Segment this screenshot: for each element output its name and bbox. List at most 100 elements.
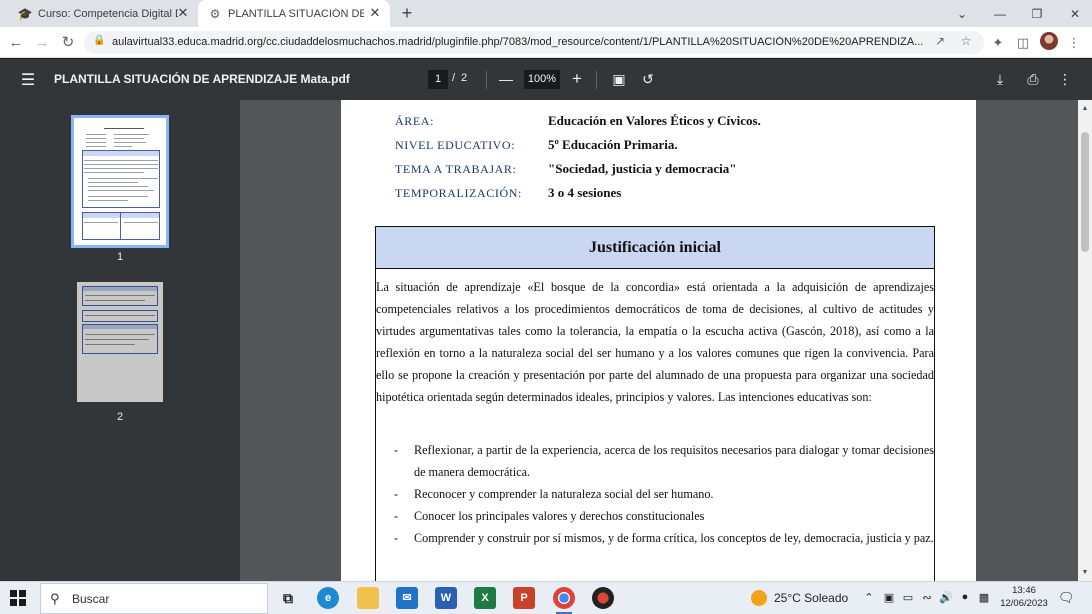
- wifi-icon[interactable]: ∾: [920, 591, 934, 604]
- chrome-pdf-icon: ⚙: [209, 6, 221, 21]
- bullet-dash: -: [394, 531, 399, 545]
- page-number-input[interactable]: 1: [428, 70, 448, 89]
- address-bar[interactable]: 🔒 aulavirtual33.educa.madrid.org/cc.ciud…: [84, 31, 984, 54]
- field-label-topic: TEMA A TRABAJAR:: [395, 162, 517, 176]
- close-window-button[interactable]: ✕: [1055, 0, 1092, 27]
- extensions-puzzle-icon[interactable]: ✦: [988, 33, 1008, 53]
- print-icon[interactable]: ⎙: [1023, 69, 1043, 89]
- download-icon[interactable]: ⤓: [990, 69, 1010, 89]
- list-item-text: Reflexionar, a partir de la experiencia,…: [414, 443, 934, 479]
- task-view-icon[interactable]: ⧉: [277, 587, 299, 609]
- volume-icon[interactable]: 🔊: [939, 591, 953, 604]
- weather-text[interactable]: 25°C Soleado: [774, 591, 848, 605]
- tab-course[interactable]: 🎓 Curso: Competencia Digital Doce ✕: [8, 0, 198, 27]
- scrollbar-thumb[interactable]: [1081, 132, 1089, 252]
- chrome-profile-icon[interactable]: [592, 587, 614, 609]
- back-button[interactable]: ←: [6, 33, 26, 53]
- profile-avatar[interactable]: [1040, 32, 1058, 50]
- tab-search-chevron-icon[interactable]: ⌄: [942, 0, 982, 27]
- graduation-cap-icon: 🎓: [17, 6, 33, 21]
- tab-title: PLANTILLA SITUACIÓN DE APREN: [228, 7, 364, 20]
- field-label-timing: TEMPORALIZACIÓN:: [395, 186, 522, 200]
- windows-start-icon[interactable]: [10, 590, 26, 606]
- page-separator: /: [452, 72, 456, 84]
- microphone-icon[interactable]: ●: [958, 591, 972, 603]
- bullet-dash: -: [394, 487, 399, 501]
- notification-icon[interactable]: 🗨: [1058, 590, 1075, 606]
- clock-time: 13:46: [1012, 585, 1036, 596]
- vertical-scrollbar[interactable]: ▲ ▼: [1078, 100, 1092, 581]
- mail-icon[interactable]: ✉: [396, 587, 418, 609]
- page-thumbnail-2[interactable]: [77, 282, 163, 402]
- scroll-up-icon[interactable]: ▲: [1078, 102, 1092, 116]
- chrome-icon[interactable]: [553, 587, 575, 614]
- forward-button[interactable]: →: [32, 33, 52, 53]
- field-value-topic: "Sociedad, justicia y democracia": [548, 161, 737, 176]
- page-total: 2: [461, 72, 468, 84]
- fit-to-page-icon[interactable]: ▣: [609, 69, 629, 89]
- bullet-dash: -: [394, 509, 399, 523]
- zoom-in-button[interactable]: +: [567, 69, 587, 89]
- side-panel-icon[interactable]: ◫: [1013, 33, 1033, 53]
- scroll-down-icon[interactable]: ▼: [1078, 566, 1092, 580]
- word-icon[interactable]: W: [435, 587, 457, 609]
- bookmark-star-icon[interactable]: ☆: [958, 34, 974, 48]
- restore-button[interactable]: ❐: [1017, 0, 1057, 27]
- minimize-button[interactable]: —: [980, 0, 1020, 27]
- close-tab-icon[interactable]: ✕: [368, 6, 382, 20]
- more-options-icon[interactable]: ⋮: [1055, 69, 1075, 89]
- windows-taskbar: ⚲ Buscar ⧉ e ✉ W X P 25°C Soleado ⌃ ▣ ▭ …: [0, 581, 1092, 614]
- list-item: - Reconocer y comprender la naturaleza so…: [394, 483, 934, 505]
- toolbar-divider: [596, 71, 597, 89]
- thumbnail-sidebar: 1 2: [0, 100, 240, 581]
- file-explorer-icon[interactable]: [357, 587, 379, 609]
- excel-icon[interactable]: X: [474, 587, 496, 609]
- screen: 🎓 Curso: Competencia Digital Doce ✕ ⚙ PL…: [0, 0, 1092, 614]
- new-tab-button[interactable]: +: [398, 4, 416, 22]
- pdf-filename: PLANTILLA SITUACIÓN DE APRENDIZAJE Mata.…: [54, 72, 350, 86]
- powerpoint-icon[interactable]: P: [513, 587, 535, 609]
- search-icon: ⚲: [50, 591, 60, 606]
- pdf-toolbar: ☰ PLANTILLA SITUACIÓN DE APRENDIZAJE Mat…: [0, 59, 1092, 100]
- edge-browser-icon[interactable]: e: [317, 587, 339, 609]
- clock-date: 12/06/2023: [1000, 598, 1048, 609]
- chrome-menu-icon[interactable]: ⋮: [1064, 33, 1084, 53]
- close-tab-icon[interactable]: ✕: [176, 6, 190, 20]
- justification-paragraph: La situación de aprendizaje «El bosque d…: [376, 280, 934, 404]
- network-icon[interactable]: ▩: [977, 591, 991, 604]
- field-label-level: NIVEL EDUCATIVO:: [395, 138, 516, 152]
- lock-icon[interactable]: 🔒: [93, 35, 105, 46]
- share-icon[interactable]: ↗: [932, 34, 948, 48]
- browser-tab-bar: 🎓 Curso: Competencia Digital Doce ✕ ⚙ PL…: [0, 0, 1092, 27]
- page-thumbnail-1[interactable]: [71, 115, 169, 248]
- system-clock[interactable]: 13:46 12/06/2023: [994, 584, 1054, 610]
- rotate-icon[interactable]: ↺: [638, 69, 658, 89]
- field-value-timing: 3 o 4 sesiones: [548, 185, 622, 200]
- objectives-list: - Reflexionar, a partir de la experiencia…: [394, 439, 934, 549]
- chevron-up-icon[interactable]: ⌃: [862, 591, 876, 604]
- thumbnail-label: 1: [116, 251, 124, 263]
- weather-sun-icon[interactable]: [751, 590, 767, 606]
- reload-button[interactable]: ↻: [58, 33, 78, 53]
- url-text[interactable]: aulavirtual33.educa.madrid.org/cc.ciudad…: [112, 36, 924, 48]
- sidebar-menu-icon[interactable]: ☰: [18, 70, 38, 90]
- pdf-page-1: ÁREA: Educación en Valores Éticos y Cívi…: [341, 100, 976, 581]
- field-value-area: Educación en Valores Éticos y Cívicos.: [548, 113, 761, 128]
- pdf-viewer-area[interactable]: ÁREA: Educación en Valores Éticos y Cívi…: [240, 100, 1078, 581]
- list-item-text: Reconocer y comprender la naturaleza soc…: [414, 487, 714, 501]
- toolbar-divider: [486, 71, 487, 89]
- list-item: - Reflexionar, a partir de la experiencia…: [394, 439, 934, 483]
- tab-pdf[interactable]: ⚙ PLANTILLA SITUACIÓN DE APREN ✕: [198, 0, 390, 27]
- thumbnail-label: 2: [116, 411, 124, 423]
- battery-icon[interactable]: ▭: [901, 591, 915, 604]
- tab-title: Curso: Competencia Digital Doce: [38, 7, 178, 20]
- section-heading: Justificación inicial: [376, 227, 934, 269]
- browser-toolbar: ← → ↻ 🔒 aulavirtual33.educa.madrid.org/c…: [0, 27, 1092, 58]
- zoom-level-input[interactable]: 100%: [524, 70, 560, 89]
- taskbar-search-box[interactable]: ⚲ Buscar: [40, 583, 268, 614]
- justification-table: Justificación inicial La situación de ap…: [375, 226, 935, 581]
- zoom-out-button[interactable]: —: [496, 69, 516, 89]
- meet-now-icon[interactable]: ▣: [882, 591, 896, 604]
- search-placeholder: Buscar: [72, 592, 110, 606]
- list-item-text: Comprender y construir por sí mismos, y …: [414, 531, 934, 545]
